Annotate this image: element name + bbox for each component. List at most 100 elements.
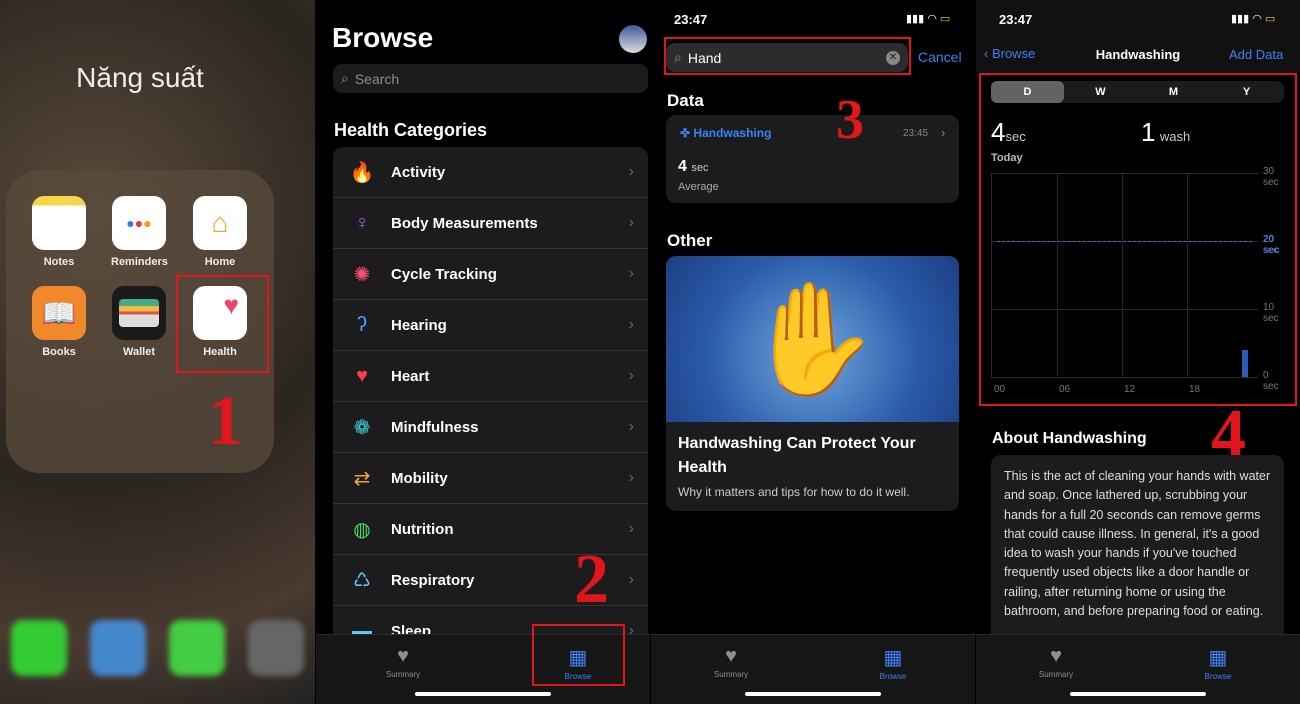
category-row[interactable]: ♀ Body Measurements › xyxy=(333,198,648,249)
tab-label: Browse xyxy=(1204,672,1232,681)
heart-icon: ♥ xyxy=(397,645,409,667)
handwashing-icon: ✜ xyxy=(680,126,691,140)
tab-summary[interactable]: ♥ Summary xyxy=(373,645,433,679)
figure-icon: ♀ xyxy=(354,211,370,234)
chevron-right-icon: › xyxy=(628,265,634,282)
category-row[interactable]: ʔ Hearing › xyxy=(333,300,648,351)
search-placeholder: Search xyxy=(354,70,400,87)
highlight-box xyxy=(176,275,269,373)
folder-title: Năng suất xyxy=(76,62,204,93)
category-label: Nutrition xyxy=(391,520,454,538)
home-indicator xyxy=(415,692,551,696)
section-heading: About Handwashing xyxy=(992,430,1147,447)
books-icon: 📖 xyxy=(32,286,86,340)
step-number: 3 xyxy=(836,89,864,151)
category-row[interactable]: ✺ Cycle Tracking › xyxy=(333,249,648,300)
app-label: Books xyxy=(42,346,76,358)
result-title: ✜ Handwashing xyxy=(680,126,772,140)
flower-icon: ❁ xyxy=(353,416,371,439)
lungs-icon: ♺ xyxy=(353,569,371,592)
heart-icon: ♥ xyxy=(725,645,737,667)
grid-icon: ▦ xyxy=(883,647,903,669)
section-heading: Health Categories xyxy=(334,120,488,140)
search-icon: ⌕ xyxy=(341,70,349,86)
arrows-icon: ⇄ xyxy=(353,467,371,490)
step-number: 1 xyxy=(208,383,243,460)
result-value: 4 sec xyxy=(678,158,709,175)
tab-summary[interactable]: ♥ Summary xyxy=(701,645,761,679)
cycle-icon: ✺ xyxy=(353,263,371,286)
chevron-right-icon: › xyxy=(628,316,634,333)
tab-label: Summary xyxy=(713,670,749,679)
dock xyxy=(0,620,315,680)
page-title: Browse xyxy=(332,22,434,53)
chevron-right-icon: › xyxy=(941,125,946,140)
hand-illustration: ✋ xyxy=(666,256,959,422)
highlight-box xyxy=(979,73,1297,406)
tab-browse[interactable]: ▦ Browse xyxy=(863,645,923,681)
tab-bar: ♥ Summary ▦ Browse xyxy=(976,634,1300,704)
app-label: Notes xyxy=(43,256,75,268)
tab-label: Summary xyxy=(385,670,421,679)
home-icon: ⌂ xyxy=(193,196,247,250)
home-indicator xyxy=(1070,692,1206,696)
heart-icon: ♥ xyxy=(356,364,368,387)
handwashing-result-card[interactable]: ✜ Handwashing 23:45 › 4 sec Average xyxy=(666,115,959,203)
notes-icon xyxy=(32,196,86,250)
avatar[interactable] xyxy=(619,25,647,53)
app-notes[interactable]: Notes xyxy=(31,196,87,268)
handwashing-detail-panel: 23:47 ▮▮▮ ◠ ▭ ‹ Browse Handwashing Add D… xyxy=(976,0,1300,704)
result-time: 23:45 xyxy=(903,128,929,139)
app-label: Reminders xyxy=(111,256,168,268)
tab-bar: ♥ Summary ▦ Browse xyxy=(651,634,975,704)
home-screen-folder-panel: Năng suất Notes ● ● ● Reminders ⌂ Home 📖 Book… xyxy=(0,0,315,704)
reminders-icon: ● ● ● xyxy=(112,196,166,250)
app-label: Home xyxy=(204,256,236,268)
grid-icon: ▦ xyxy=(1208,647,1228,669)
category-label: Activity xyxy=(391,163,446,181)
category-label: Hearing xyxy=(391,316,447,334)
category-label: Mobility xyxy=(391,469,448,487)
tab-browse[interactable]: ▦ Browse xyxy=(1188,645,1248,681)
app-label: Wallet xyxy=(123,346,155,358)
section-heading: Data xyxy=(667,91,704,110)
status-icons: ▮▮▮ ◠ ▭ xyxy=(906,13,951,25)
heart-icon: ♥ xyxy=(1050,645,1062,667)
add-data-button[interactable]: Add Data xyxy=(1229,47,1283,62)
highlight-box xyxy=(664,37,911,75)
highlight-box xyxy=(532,624,625,686)
flame-icon: 🔥 xyxy=(349,161,375,184)
app-home[interactable]: ⌂ Home xyxy=(192,196,248,268)
tab-summary[interactable]: ♥ Summary xyxy=(1026,645,1086,679)
search-input[interactable]: ⌕ Search xyxy=(333,64,648,93)
category-label: Heart xyxy=(391,367,430,385)
article-title: Handwashing Can Protect Your Health xyxy=(678,435,916,476)
app-wallet[interactable]: Wallet xyxy=(111,286,167,358)
result-label: Average xyxy=(678,181,719,193)
chevron-right-icon: › xyxy=(628,367,634,384)
ear-icon: ʔ xyxy=(357,313,367,336)
app-reminders[interactable]: ● ● ● Reminders xyxy=(111,196,168,268)
category-row[interactable]: 🔥 Activity › xyxy=(333,147,648,198)
article-card[interactable]: ✋ Handwashing Can Protect Your Health Wh… xyxy=(666,256,959,511)
category-label: Body Measurements xyxy=(391,214,538,232)
app-books[interactable]: 📖 Books xyxy=(31,286,87,358)
chevron-right-icon: › xyxy=(628,571,634,588)
chevron-right-icon: › xyxy=(628,163,634,180)
cancel-button[interactable]: Cancel xyxy=(918,49,962,65)
category-row[interactable]: ♥ Heart › xyxy=(333,351,648,402)
chevron-right-icon: › xyxy=(628,418,634,435)
chevron-right-icon: › xyxy=(628,214,634,231)
step-number: 2 xyxy=(574,541,609,618)
status-time: 23:47 xyxy=(999,12,1033,27)
wallet-icon xyxy=(112,286,166,340)
category-label: Mindfulness xyxy=(391,418,479,436)
section-heading: Other xyxy=(667,231,713,250)
apple-icon: ◍ xyxy=(353,518,371,541)
category-label: Cycle Tracking xyxy=(391,265,497,283)
health-browse-panel: Browse ⌕ Search Health Categories 🔥 Activi… xyxy=(316,0,650,704)
category-row[interactable]: ⇄ Mobility › xyxy=(333,453,648,504)
chevron-right-icon: › xyxy=(628,469,634,486)
article-subtitle: Why it matters and tips for how to do it… xyxy=(678,485,910,499)
category-row[interactable]: ❁ Mindfulness › xyxy=(333,402,648,453)
